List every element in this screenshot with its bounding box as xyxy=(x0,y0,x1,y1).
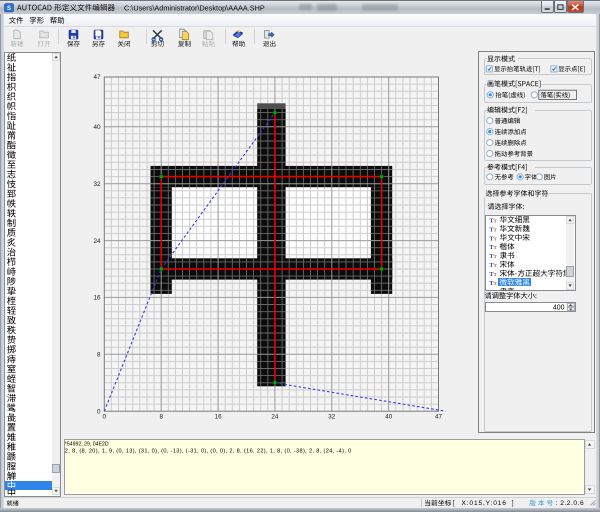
svg-text:400: 400 xyxy=(553,305,565,312)
svg-text:47: 47 xyxy=(93,74,101,81)
svg-text:2, 8, (8, 20), 1, 9, (0, 13),: 2, 8, (8, 20), 1, 9, (0, 13), (31, 0), (… xyxy=(65,448,352,454)
svg-text:0: 0 xyxy=(103,413,107,420)
svg-text:47: 47 xyxy=(435,413,443,420)
svg-text:24: 24 xyxy=(271,413,279,420)
svg-text:T: T xyxy=(494,263,497,268)
svg-text:8: 8 xyxy=(159,413,163,420)
svg-text:2.2.0.6: 2.2.0.6 xyxy=(560,500,584,507)
svg-text:32: 32 xyxy=(328,413,336,420)
svg-text:8: 8 xyxy=(97,352,101,359)
svg-text:40: 40 xyxy=(93,124,101,131)
svg-text:T: T xyxy=(494,254,497,259)
svg-text:40: 40 xyxy=(385,413,393,420)
svg-text::: : xyxy=(556,500,558,507)
svg-text:T: T xyxy=(494,227,497,232)
svg-text:0: 0 xyxy=(97,408,101,415)
svg-text:24: 24 xyxy=(93,238,101,245)
svg-text:T: T xyxy=(494,236,497,241)
svg-text:*54992, 29, 04E2D: *54992, 29, 04E2D xyxy=(65,442,109,448)
svg-text:C:\Users\Administrator\Desktop: C:\Users\Administrator\Desktop\AAAA.SHP xyxy=(124,3,265,12)
svg-text:T: T xyxy=(494,218,497,223)
svg-text:T: T xyxy=(494,281,497,286)
svg-text:32: 32 xyxy=(93,181,101,188)
svg-text:16: 16 xyxy=(93,295,101,302)
svg-text:S: S xyxy=(7,6,11,12)
svg-text:16: 16 xyxy=(215,413,223,420)
svg-text:X:015,Y:016: X:015,Y:016 xyxy=(462,500,507,507)
svg-text:T: T xyxy=(494,245,497,250)
svg-text:T: T xyxy=(494,272,497,277)
